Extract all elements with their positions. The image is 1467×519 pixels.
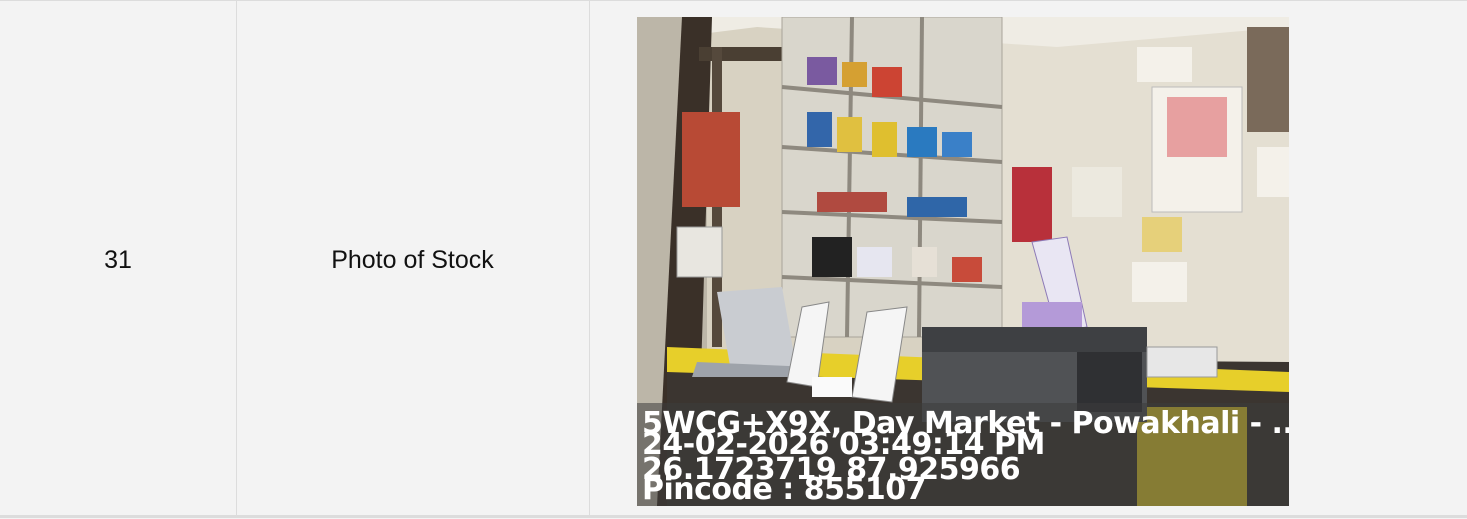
stock-photo[interactable]: 5WCG+X9X, Day Market - Powakhali - ... 2…	[637, 17, 1289, 506]
column-divider	[589, 1, 590, 518]
stock-table: 31 Photo of Stock 5WCG+X9X, Day Market -…	[0, 0, 1467, 518]
geotag-pincode: Pincode : 855107	[642, 472, 926, 506]
row-number: 31	[104, 245, 132, 274]
row-label: Photo of Stock	[331, 245, 494, 274]
